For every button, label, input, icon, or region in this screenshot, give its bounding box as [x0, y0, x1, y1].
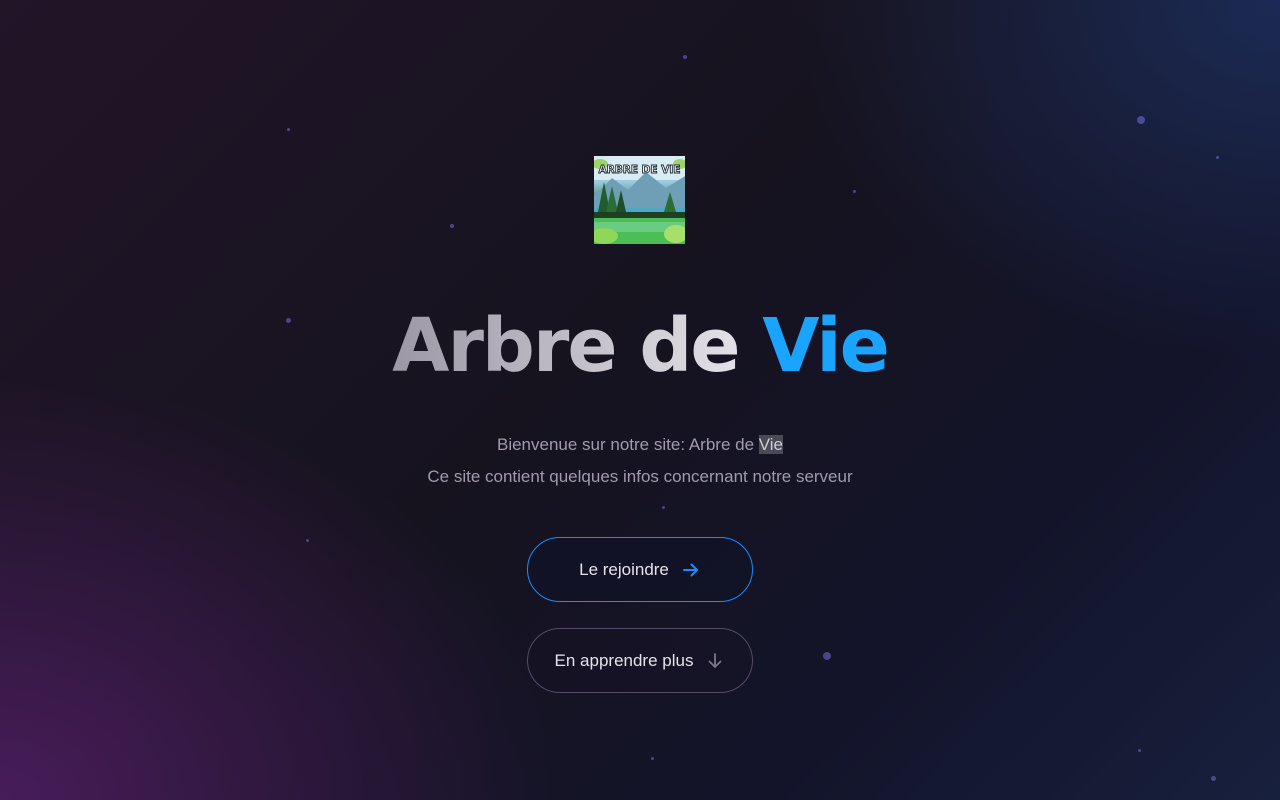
particle: [287, 128, 290, 131]
welcome-text-highlight: Vie: [758, 435, 784, 454]
description-text: Ce site contient quelques infos concerna…: [427, 467, 853, 486]
particle: [1137, 116, 1145, 124]
join-button[interactable]: Le rejoindre: [527, 537, 753, 602]
particle: [651, 757, 654, 760]
welcome-text: Bienvenue sur notre site: Arbre de Vie: [0, 435, 1280, 455]
particle: [1216, 156, 1219, 159]
page-title-main: Arbre de: [392, 303, 763, 389]
particle: [823, 652, 831, 660]
particle: [1211, 776, 1216, 781]
particle: [853, 190, 856, 193]
welcome-text-prefix: Bienvenue sur notre site: Arbre de: [496, 435, 759, 454]
logo-landscape-image: ARBRE DE VIE: [594, 156, 685, 244]
page-title: Arbre de Vie: [0, 302, 1280, 390]
particle: [683, 55, 687, 59]
particle: [306, 539, 309, 542]
arrow-down-icon: [705, 651, 725, 671]
page-title-accent: Vie: [762, 303, 890, 389]
arrow-right-icon: [681, 560, 701, 580]
particle: [662, 506, 665, 509]
learn-more-button-label: En apprendre plus: [554, 650, 694, 670]
particle: [1138, 749, 1141, 752]
logo-text: ARBRE DE VIE: [599, 164, 681, 176]
join-button-label: Le rejoindre: [579, 559, 669, 579]
server-logo: ARBRE DE VIE: [594, 156, 685, 244]
particle: [450, 224, 454, 228]
learn-more-button[interactable]: En apprendre plus: [527, 628, 753, 693]
